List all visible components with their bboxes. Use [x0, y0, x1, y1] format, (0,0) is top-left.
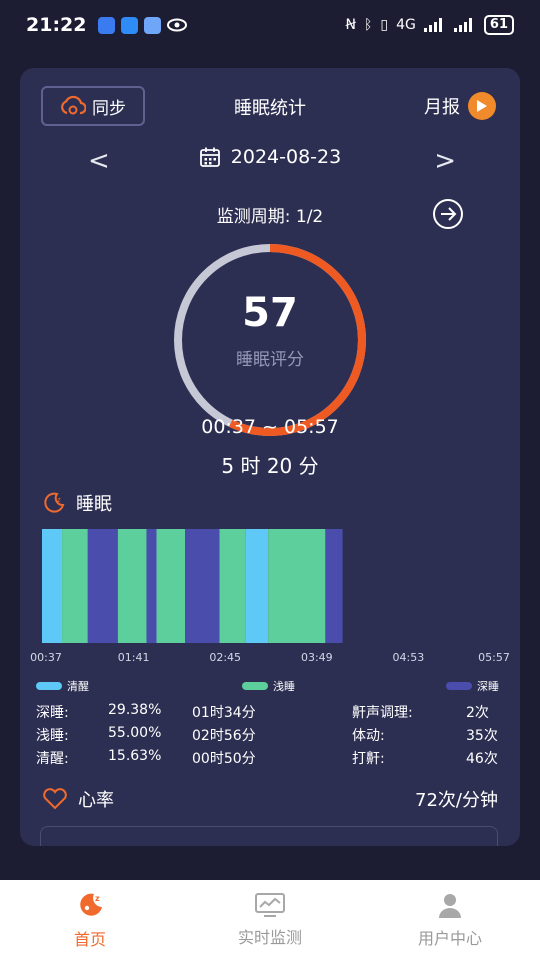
sleep-segment-10: [325, 529, 343, 643]
heart-rate-value: 72次/分钟: [415, 790, 498, 811]
status-time: 21:22: [26, 14, 87, 36]
status-bar: 21:22 Ꞥ ᛒ ▯ 4G 61: [0, 0, 540, 50]
stat-awake-label: 清醒:: [36, 751, 69, 767]
stat-deep-label: 深睡:: [36, 705, 69, 721]
axis-tick-label: 01:41: [117, 651, 150, 664]
legend-awake-swatch: [36, 682, 62, 690]
sleep-time-axis: 00:37 01:41 02:45 03:49 04:53 05:57: [20, 651, 520, 667]
tab-user-center[interactable]: 用户中心: [360, 880, 540, 960]
stat-light-label: 浅睡:: [36, 728, 69, 744]
stat-snore-adjust-value: 2次: [466, 705, 489, 721]
sleep-stats-card: 同步 睡眠统计 月报 < 2024-08-23 > 监测周期: 1/2 57 睡…: [20, 68, 520, 846]
axis-tick-label: 04:53: [392, 651, 425, 664]
app-notification-icon: [98, 16, 116, 34]
vibrate-icon: ▯: [380, 17, 389, 33]
signal-icon: [423, 18, 442, 32]
calendar-icon: [199, 147, 220, 167]
sleep-section-header: z 睡眠: [42, 490, 112, 516]
sleep-score-label: 睡眠评分: [236, 350, 304, 370]
home-moon-icon: z: [80, 893, 102, 916]
battery-indicator: 61: [483, 15, 514, 35]
sleep-segment-4: [146, 529, 157, 643]
legend-deep: 深睡: [446, 678, 499, 694]
tab-home-label: 首页: [73, 930, 106, 949]
sleep-duration: 5 时 20 分: [221, 454, 319, 478]
svg-text:z: z: [95, 894, 100, 903]
sleep-segment-2: [87, 529, 118, 643]
sleep-segment-5: [156, 529, 186, 643]
sleep-segment-0: [42, 529, 63, 643]
stat-snore-adjust-label: 鼾声调理:: [352, 705, 413, 721]
heart-rate-chart-card: [40, 826, 498, 846]
heart-rate-row: 心率 72次/分钟: [42, 786, 498, 814]
tab-user-center-label: 用户中心: [417, 929, 482, 948]
heart-icon: [43, 788, 67, 810]
stat-snore-label: 打鼾:: [352, 751, 385, 767]
stat-movement-label: 体动:: [352, 728, 385, 744]
sleep-segment-8: [245, 529, 269, 643]
current-date[interactable]: 2024-08-23: [231, 146, 341, 168]
heart-rate-title: 心率: [78, 790, 114, 811]
sleep-segment-6: [185, 529, 220, 643]
app-notification-icon: [144, 16, 162, 34]
stat-snore-value: 46次: [466, 751, 498, 767]
legend-awake-label: 清醒: [67, 680, 89, 693]
nfc-icon: Ꞥ: [345, 17, 357, 33]
monthly-report-button[interactable]: 月报: [424, 92, 496, 120]
stat-awake-percent: 15.63%: [108, 748, 162, 764]
axis-tick-label: 05:57: [478, 651, 510, 664]
play-icon: [468, 92, 496, 120]
stat-movement-value: 35次: [466, 728, 498, 744]
legend-deep-swatch: [446, 682, 472, 690]
legend-light-label: 浅睡: [273, 680, 295, 693]
period-next-arrow-icon[interactable]: [432, 198, 464, 230]
moon-icon: z: [44, 492, 65, 513]
sleep-segment-9: [268, 529, 326, 643]
heart-rate-header: 心率: [42, 786, 114, 812]
user-icon: [439, 894, 461, 918]
tab-realtime-monitor-label: 实时监测: [237, 928, 302, 947]
network-type: 4G: [396, 17, 416, 33]
sleep-score-value: 57: [242, 290, 298, 336]
sleep-stage-chart: [42, 529, 343, 643]
stat-awake-time: 00时50分: [192, 751, 256, 767]
stat-light-percent: 55.00%: [108, 725, 162, 741]
legend-deep-label: 深睡: [477, 680, 499, 693]
stat-light-time: 02时56分: [192, 728, 256, 744]
bluetooth-icon: ᛒ: [364, 17, 373, 33]
legend-light-swatch: [242, 682, 268, 690]
bottom-tab-bar: z 首页 实时监测 用户中心: [0, 880, 540, 960]
sleep-section-title: 睡眠: [76, 494, 112, 515]
stat-deep-time: 01时34分: [192, 705, 256, 721]
sleep-time-range: 00:37 ~ 05:57: [201, 416, 339, 438]
app-notification-icon: [121, 16, 139, 34]
sleep-segment-3: [117, 529, 147, 643]
stat-deep-percent: 29.38%: [108, 702, 162, 718]
date-navigator: < 2024-08-23 >: [20, 140, 520, 180]
legend-awake: 清醒: [36, 678, 89, 694]
legend-light: 浅睡: [242, 678, 295, 694]
tab-realtime-monitor[interactable]: 实时监测: [180, 880, 360, 960]
sleep-score-gauge: [174, 244, 366, 436]
sleep-segment-7: [219, 529, 246, 643]
signal-icon: [453, 18, 472, 32]
svg-text:z: z: [57, 496, 61, 504]
axis-tick-label: 00:37: [30, 651, 62, 664]
axis-tick-label: 02:45: [209, 651, 242, 664]
next-date-button[interactable]: >: [434, 146, 456, 176]
axis-tick-label: 03:49: [300, 651, 333, 664]
tab-home[interactable]: z 首页: [0, 880, 180, 960]
monitor-icon: [255, 893, 285, 917]
eye-icon: [167, 18, 188, 32]
sleep-segment-1: [62, 529, 88, 643]
monthly-label: 月报: [424, 97, 460, 118]
